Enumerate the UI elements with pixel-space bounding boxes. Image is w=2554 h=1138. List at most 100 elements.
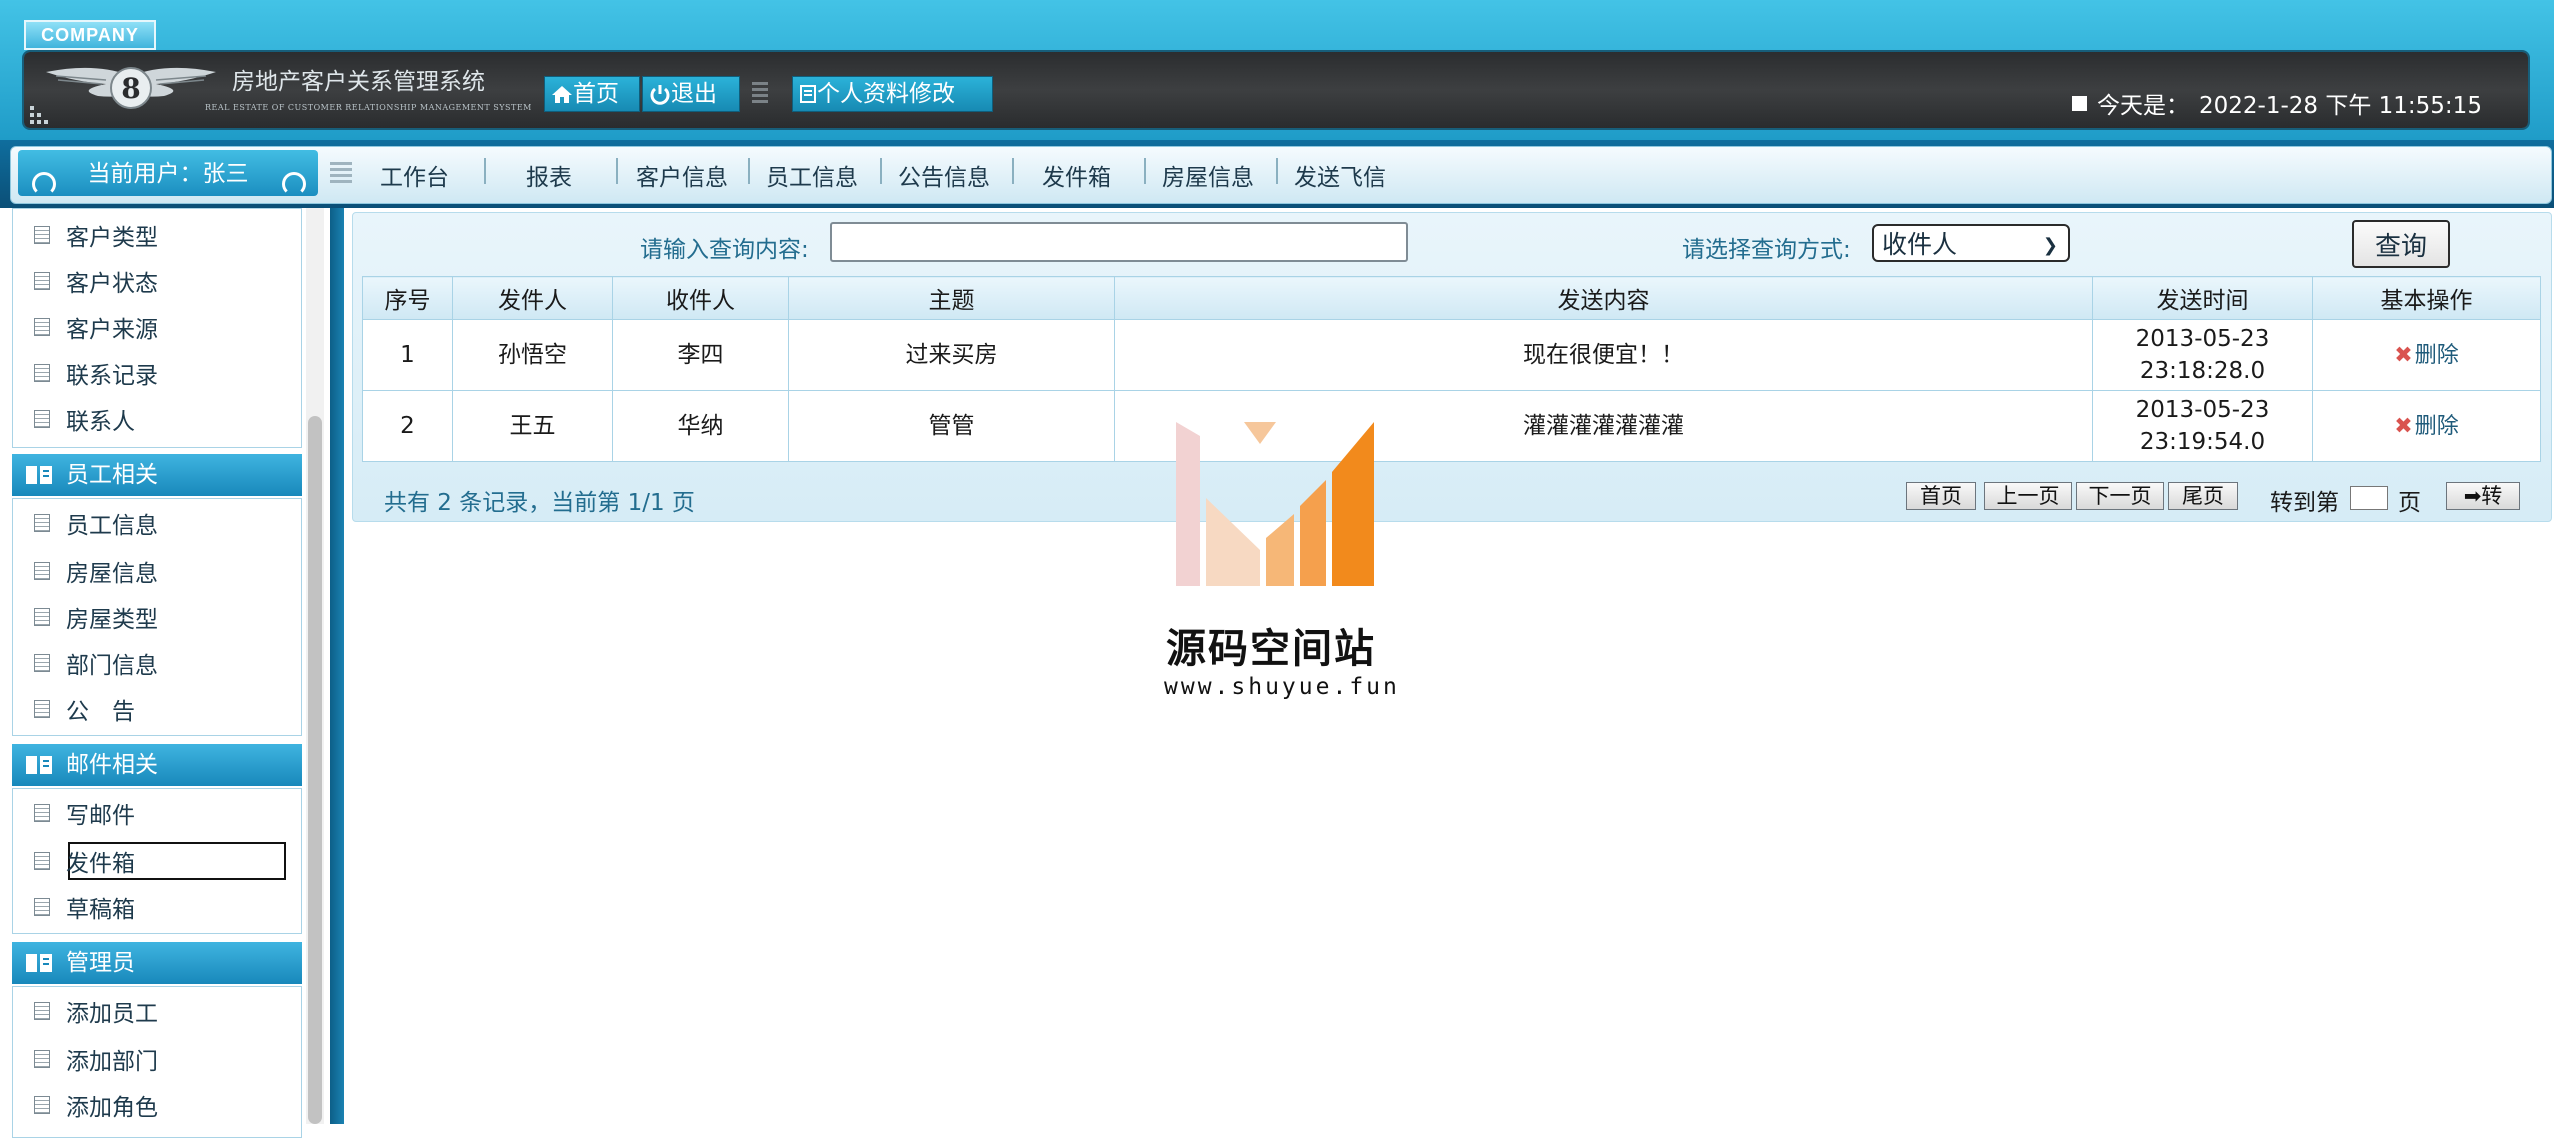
table-row: 1 孙悟空 李四 过来买房 现在很便宜！！ 2013-05-23 23:18:2… bbox=[362, 319, 2541, 391]
query-mode-select[interactable]: 收件人 ❯ bbox=[1872, 224, 2070, 262]
watermark-logo-icon bbox=[1176, 422, 1374, 586]
date-prefix: 今天是： bbox=[2097, 93, 2189, 119]
nav-divider bbox=[748, 158, 750, 184]
date-value: 2022-1-28 下午 11:55:15 bbox=[2199, 93, 2482, 119]
sidebar-group-mail[interactable]: 邮件相关 bbox=[12, 744, 302, 786]
sidebar-group-admin[interactable]: 管理员 bbox=[12, 942, 302, 984]
scrollbar-thumb[interactable] bbox=[308, 416, 322, 1124]
sidebar-item-label: 添加角色 bbox=[66, 1095, 158, 1121]
col-actions: 基本操作 bbox=[2312, 276, 2541, 320]
book-icon bbox=[26, 954, 52, 972]
sidebar-item-notice[interactable]: 公 告 bbox=[34, 689, 135, 729]
delete-label: 删除 bbox=[2414, 413, 2459, 439]
nav-staff-info[interactable]: 员工信息 bbox=[766, 158, 858, 192]
svg-text:8: 8 bbox=[121, 72, 140, 105]
prev-page-button[interactable]: 上一页 bbox=[1984, 482, 2072, 510]
doc-icon bbox=[34, 364, 50, 382]
profile-edit-button[interactable]: 个人资料修改 bbox=[792, 76, 993, 112]
sidebar-item-add-staff[interactable]: 添加员工 bbox=[34, 991, 158, 1031]
sidebar-item-customer-type[interactable]: 客户类型 bbox=[34, 215, 158, 255]
selected-mode: 收件人 bbox=[1882, 230, 1958, 259]
cell-send-time: 2013-05-23 23:19:54.0 bbox=[2092, 390, 2313, 462]
cell-sender: 王五 bbox=[452, 390, 613, 462]
ring-right-icon bbox=[282, 172, 306, 196]
nav-customer-info[interactable]: 客户信息 bbox=[636, 158, 728, 192]
doc-icon bbox=[34, 272, 50, 290]
sidebar-item-label: 写邮件 bbox=[66, 803, 135, 829]
cell-no: 2 bbox=[362, 390, 453, 462]
system-title: 房地产客户关系管理系统 bbox=[232, 69, 485, 95]
col-sender: 发件人 bbox=[452, 276, 613, 320]
go-button[interactable]: ➡转 bbox=[2446, 482, 2520, 510]
nav-divider bbox=[1144, 158, 1146, 184]
company-tag: COMPANY bbox=[24, 20, 156, 50]
table-header-row: 序号 发件人 收件人 主题 发送内容 发送时间 基本操作 bbox=[362, 276, 2541, 320]
send-date: 2013-05-23 bbox=[2135, 397, 2270, 423]
sidebar-item-label: 添加部门 bbox=[66, 1049, 158, 1075]
last-page-button[interactable]: 尾页 bbox=[2168, 482, 2238, 510]
cell-subject: 过来买房 bbox=[788, 319, 1115, 391]
sidebar-item-customer-source[interactable]: 客户来源 bbox=[34, 307, 158, 347]
next-page-button[interactable]: 下一页 bbox=[2076, 482, 2164, 510]
doc-icon bbox=[34, 608, 50, 626]
sidebar-item-department-info[interactable]: 部门信息 bbox=[34, 643, 158, 683]
nav-house-info[interactable]: 房屋信息 bbox=[1162, 158, 1254, 192]
sidebar-item-drafts[interactable]: 草稿箱 bbox=[34, 887, 135, 927]
sidebar-group-title: 邮件相关 bbox=[66, 752, 158, 778]
sidebar-divider bbox=[330, 208, 344, 1124]
profile-edit-label: 个人资料修改 bbox=[817, 81, 955, 107]
nav-workbench[interactable]: 工作台 bbox=[380, 158, 449, 192]
book-icon bbox=[26, 466, 52, 484]
col-no: 序号 bbox=[362, 276, 453, 320]
col-send-time: 发送时间 bbox=[2092, 276, 2313, 320]
nav-divider bbox=[1012, 158, 1014, 184]
nav-reports[interactable]: 报表 bbox=[526, 158, 572, 192]
grip-icon bbox=[330, 162, 352, 183]
book-icon bbox=[26, 756, 52, 774]
sidebar-item-add-role[interactable]: 添加角色 bbox=[34, 1085, 158, 1125]
first-page-button[interactable]: 首页 bbox=[1906, 482, 1976, 510]
sidebar-item-label: 联系记录 bbox=[66, 363, 158, 389]
delete-link[interactable]: ✖删除 bbox=[2394, 343, 2458, 368]
mode-label: 请选择查询方式: bbox=[1682, 237, 1851, 263]
query-label: 请输入查询内容: bbox=[640, 237, 809, 263]
cell-receiver: 李四 bbox=[612, 319, 789, 391]
sidebar-item-label: 添加员工 bbox=[66, 1001, 158, 1027]
nav-notice-info[interactable]: 公告信息 bbox=[898, 158, 990, 192]
home-button[interactable]: 首页 bbox=[544, 76, 640, 112]
doc-icon bbox=[34, 318, 50, 336]
query-input[interactable] bbox=[830, 222, 1408, 262]
sidebar-item-house-type[interactable]: 房屋类型 bbox=[34, 597, 158, 637]
goto-page-input[interactable] bbox=[2350, 486, 2388, 510]
home-label: 首页 bbox=[573, 81, 619, 107]
exit-button[interactable]: 退出 bbox=[642, 76, 740, 112]
sidebar-item-staff-info[interactable]: 员工信息 bbox=[34, 503, 158, 543]
col-subject: 主题 bbox=[788, 276, 1115, 320]
sidebar-group-staff[interactable]: 员工相关 bbox=[12, 454, 302, 496]
sidebar-item-house-info[interactable]: 房屋信息 bbox=[34, 551, 158, 591]
sidebar-item-contacts[interactable]: 联系人 bbox=[34, 399, 135, 439]
sidebar-item-label: 客户来源 bbox=[66, 317, 158, 343]
cell-receiver: 华纳 bbox=[612, 390, 789, 462]
sidebar-item-label: 草稿箱 bbox=[66, 897, 135, 923]
sidebar-item-write-mail[interactable]: 写邮件 bbox=[34, 793, 135, 833]
query-button[interactable]: 查询 bbox=[2352, 220, 2450, 268]
separator-icon bbox=[752, 82, 768, 103]
sidebar-item-customer-status[interactable]: 客户状态 bbox=[34, 261, 158, 301]
delete-x-icon: ✖ bbox=[2394, 413, 2413, 439]
doc-icon bbox=[34, 514, 50, 532]
sidebar-item-outbox[interactable]: 发件箱 bbox=[34, 841, 135, 881]
nav-outbox[interactable]: 发件箱 bbox=[1042, 158, 1111, 192]
sidebar-item-add-department[interactable]: 添加部门 bbox=[34, 1039, 158, 1079]
sidebar-item-contact-records[interactable]: 联系记录 bbox=[34, 353, 158, 393]
send-clock: 23:18:28.0 bbox=[2139, 358, 2266, 384]
nav-send-fetion[interactable]: 发送飞信 bbox=[1294, 158, 1386, 192]
col-content: 发送内容 bbox=[1114, 276, 2093, 320]
cell-content: 现在很便宜！！ bbox=[1114, 319, 2093, 391]
winged-logo-icon: 8 bbox=[46, 67, 216, 109]
doc-icon bbox=[34, 562, 50, 580]
delete-link[interactable]: ✖删除 bbox=[2394, 414, 2458, 439]
page-unit-label: 页 bbox=[2398, 490, 2421, 516]
goto-label: 转到第 bbox=[2270, 490, 2339, 516]
current-user-badge: 当前用户：张三 bbox=[18, 150, 318, 196]
